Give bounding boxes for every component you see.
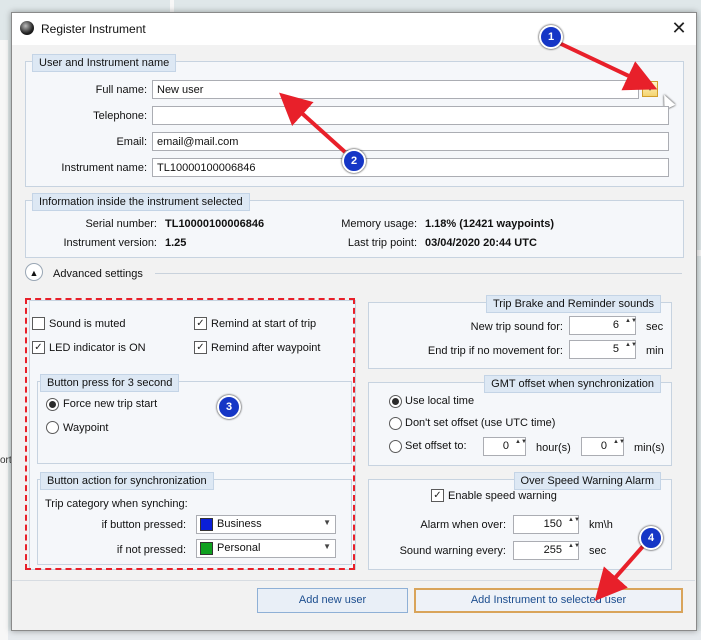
annotation-badge-1: 1 [539, 25, 563, 49]
annotation-badge-4: 4 [639, 526, 663, 550]
annotation-badge-2: 2 [342, 149, 366, 173]
annotation-badge-3: 3 [217, 395, 241, 419]
annotation-arrows [279, 40, 658, 601]
